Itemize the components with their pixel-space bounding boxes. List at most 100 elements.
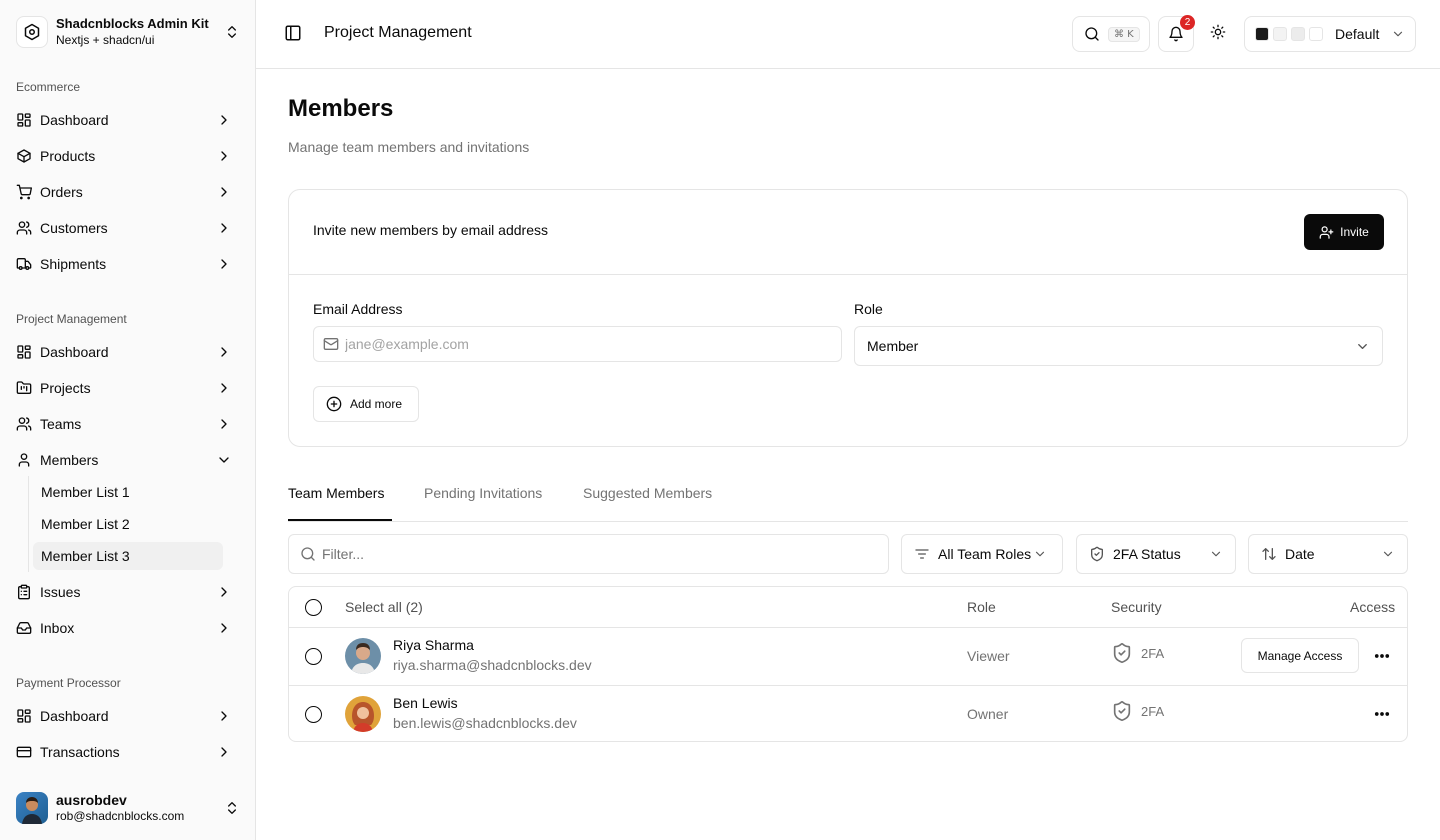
- folder-icon: [16, 380, 32, 396]
- sidebar-item-label: Dashboard: [40, 708, 109, 724]
- sidebar-toggle-button[interactable]: [284, 24, 302, 42]
- team-switcher[interactable]: Shadcnblocks Admin Kit Nextjs + shadcn/u…: [8, 12, 248, 52]
- sidebar-subitem-member-list-3[interactable]: Member List 3: [33, 542, 223, 570]
- sidebar-item-projects[interactable]: Projects: [8, 372, 248, 404]
- sidebar-subitem-member-list-1[interactable]: Member List 1: [33, 478, 223, 506]
- date-sort-dropdown[interactable]: Date: [1248, 534, 1408, 574]
- row-actions-button[interactable]: [1369, 702, 1395, 726]
- invite-button-label: Invite: [1340, 225, 1369, 239]
- column-access: Access: [1350, 599, 1396, 615]
- more-horizontal-icon: [1373, 705, 1391, 723]
- chevron-down-icon: [1391, 27, 1405, 41]
- theme-label: Default: [1335, 26, 1380, 42]
- chevron-right-icon: [216, 148, 232, 164]
- sidebar-item-teams[interactable]: Teams: [8, 408, 248, 440]
- group-label-ecommerce: Ecommerce: [16, 80, 81, 94]
- chevrons-up-down-icon: [224, 800, 240, 816]
- group-label-project-management: Project Management: [16, 312, 127, 326]
- select-all-checkbox[interactable]: [305, 599, 322, 616]
- sidebar-item-label: Inbox: [40, 620, 75, 636]
- sidebar-item-inbox[interactable]: Inbox: [8, 612, 248, 644]
- member-tabs: Team Members Pending Invitations Suggest…: [288, 473, 1408, 522]
- shield-check-icon: [1089, 546, 1105, 562]
- sidebar-item-label: Transactions: [40, 744, 120, 760]
- twofa-status-dropdown[interactable]: 2FA Status: [1076, 534, 1236, 574]
- date-sort-label: Date: [1285, 546, 1315, 562]
- chevron-right-icon: [216, 184, 232, 200]
- users-icon: [16, 416, 32, 432]
- tab-suggested-members[interactable]: Suggested Members: [583, 485, 712, 501]
- sun-icon: [1210, 24, 1226, 40]
- member-role: Owner: [967, 706, 1009, 722]
- security-label: 2FA: [1141, 703, 1165, 719]
- sidebar-item-payment-dashboard[interactable]: Dashboard: [8, 700, 248, 732]
- chevron-down-icon: [1355, 339, 1370, 354]
- chevron-right-icon: [216, 380, 232, 396]
- notification-badge: 2: [1180, 15, 1195, 30]
- chevrons-up-down-icon: [224, 24, 240, 40]
- member-role: Viewer: [967, 648, 1010, 664]
- column-security: Security: [1111, 599, 1162, 615]
- member-name: Riya Sharma: [393, 637, 474, 653]
- swatch-muted: [1291, 27, 1305, 41]
- table-row: Ben Lewis ben.lewis@shadcnblocks.dev Own…: [289, 685, 1407, 742]
- sidebar-item-orders[interactable]: Orders: [8, 176, 248, 208]
- email-input[interactable]: [345, 336, 805, 352]
- page-title: Members: [288, 95, 394, 122]
- sidebar-item-ecommerce-dashboard[interactable]: Dashboard: [8, 104, 248, 136]
- security-status: 2FA: [1111, 700, 1164, 722]
- user-menu[interactable]: ausrobdev rob@shadcnblocks.com: [8, 784, 248, 832]
- filter-input[interactable]: [322, 546, 862, 562]
- dashboard-icon: [16, 708, 32, 724]
- row-checkbox[interactable]: [305, 706, 322, 723]
- user-email: rob@shadcnblocks.com: [56, 809, 185, 823]
- swatch-dark: [1255, 27, 1269, 41]
- theme-preset-select[interactable]: Default: [1244, 16, 1416, 52]
- sidebar-item-transactions[interactable]: Transactions: [8, 736, 248, 768]
- sidebar-item-shipments[interactable]: Shipments: [8, 248, 248, 280]
- truck-icon: [16, 256, 32, 272]
- sidebar-item-products[interactable]: Products: [8, 140, 248, 172]
- member-email: riya.sharma@shadcnblocks.dev: [393, 657, 592, 673]
- avatar: [345, 696, 381, 732]
- header-title: Project Management: [324, 24, 472, 41]
- role-select[interactable]: Member: [854, 326, 1383, 366]
- member-name: Ben Lewis: [393, 695, 458, 711]
- search-button[interactable]: ⌘ K: [1072, 16, 1150, 52]
- table-header: Select all (2) Role Security Access: [289, 587, 1407, 628]
- chevron-down-icon: [1209, 547, 1223, 561]
- sidebar-item-pm-dashboard[interactable]: Dashboard: [8, 336, 248, 368]
- sidebar: Shadcnblocks Admin Kit Nextjs + shadcn/u…: [0, 0, 256, 840]
- sidebar-item-customers[interactable]: Customers: [8, 212, 248, 244]
- avatar: [345, 638, 381, 674]
- security-label: 2FA: [1141, 645, 1165, 661]
- invite-button[interactable]: Invite: [1304, 214, 1384, 250]
- mail-icon: [323, 336, 339, 352]
- sidebar-item-label: Teams: [40, 416, 82, 432]
- manage-access-button[interactable]: Manage Access: [1241, 638, 1359, 673]
- bell-icon: [1168, 26, 1184, 42]
- sidebar-subitem-member-list-2[interactable]: Member List 2: [33, 510, 223, 538]
- chevron-right-icon: [216, 708, 232, 724]
- chevron-down-icon: [216, 452, 232, 468]
- add-more-button[interactable]: Add more: [313, 386, 419, 422]
- sidebar-item-issues[interactable]: Issues: [8, 576, 248, 608]
- search-icon: [1084, 26, 1100, 42]
- sidebar-item-label: Products: [40, 148, 96, 164]
- sidebar-item-members[interactable]: Members: [8, 444, 248, 476]
- row-actions-button[interactable]: [1369, 644, 1395, 668]
- chevron-right-icon: [216, 344, 232, 360]
- row-checkbox[interactable]: [305, 648, 322, 665]
- sidebar-item-label: Orders: [40, 184, 83, 200]
- swatch-white: [1309, 27, 1323, 41]
- group-label-payment-processor: Payment Processor: [16, 676, 121, 690]
- tab-pending-invitations[interactable]: Pending Invitations: [424, 485, 542, 501]
- active-tab-indicator: [288, 519, 392, 521]
- filter-field[interactable]: [288, 534, 889, 574]
- team-roles-dropdown[interactable]: All Team Roles: [901, 534, 1063, 574]
- email-field[interactable]: [313, 326, 842, 362]
- tab-team-members[interactable]: Team Members: [288, 485, 384, 501]
- page-subtitle: Manage team members and invitations: [288, 139, 530, 155]
- theme-toggle-button[interactable]: [1210, 24, 1226, 40]
- credit-card-icon: [16, 744, 32, 760]
